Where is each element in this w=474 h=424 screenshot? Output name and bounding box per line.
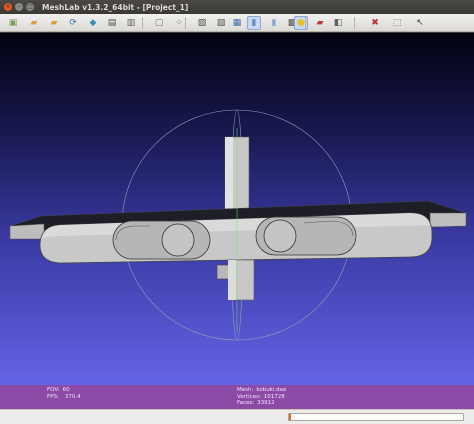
delete-button[interactable]: ✖ — [368, 16, 382, 30]
color-button[interactable]: ▰ — [313, 16, 327, 30]
backface-icon: ◧ — [333, 17, 343, 28]
fps-row: FPS: 370.4 — [47, 394, 81, 401]
3d-viewport[interactable] — [0, 33, 474, 385]
mesh-lower-bracket — [216, 264, 230, 280]
delete-icon: ✖ — [371, 17, 379, 28]
mesh-left-wing — [9, 223, 45, 240]
toolbar-separator — [354, 17, 355, 29]
toolbar-separator — [142, 17, 143, 29]
status-bar — [0, 409, 474, 424]
hidden-lines-button[interactable]: ▧ — [214, 16, 228, 30]
import-mesh-button[interactable]: ▰ — [27, 16, 41, 30]
smooth-shading-icon: ▮ — [271, 17, 277, 28]
mesh-render — [9, 109, 467, 341]
select-vertices-icon: ↖ — [416, 17, 424, 28]
bounding-box-icon: ▢ — [154, 17, 164, 28]
select-vertices-button[interactable]: ↖ — [413, 16, 427, 30]
bounding-box-button[interactable]: ▢ — [152, 16, 166, 30]
flat-lines-button[interactable]: ▦ — [230, 16, 244, 30]
mesh-right-wing — [429, 212, 467, 228]
progress-fill — [289, 414, 291, 420]
open-project-icon: ▣ — [8, 17, 18, 28]
export-mesh-button[interactable]: ◆ — [86, 16, 100, 30]
faces-row: Faces: 33912 — [237, 400, 286, 407]
info-panel: FOV: 60 FPS: 370.4 Mesh: kobuki.dae Vert… — [0, 385, 474, 409]
points-icon: ⁘ — [175, 17, 183, 28]
reload-icon: ⟳ — [69, 17, 77, 28]
mesh-right-wheel — [263, 219, 297, 253]
minimize-icon: – — [17, 3, 21, 10]
save-project-button[interactable]: ▰ — [47, 16, 61, 30]
reload-button[interactable]: ⟳ — [66, 16, 80, 30]
close-icon: × — [5, 3, 11, 10]
window-title: MeshLab v1.3.2_64bit - [Project_1] — [42, 2, 189, 12]
lighting-icon: ● — [297, 17, 305, 28]
faces-label: Faces: — [237, 400, 255, 406]
import-mesh-icon: ▰ — [30, 17, 38, 28]
wireframe-icon: ▨ — [197, 17, 207, 28]
select-faces-icon: ⬚ — [392, 17, 402, 28]
layers-button[interactable]: ▥ — [124, 16, 138, 30]
minimize-window-button[interactable]: – — [15, 3, 23, 11]
toolbar-separator — [185, 17, 186, 29]
snapshot-button[interactable]: ▤ — [105, 16, 119, 30]
main-toolbar: ▣ ▰ ▰ ⟳ ◆ ▤ ▥ ▢ ⁘ ▨ ▧ ▦ ▮ ▮ ▩ ● ▰ ◧ ✖ ⬚ ↖ — [0, 14, 474, 32]
mesh-left-wheel — [161, 223, 195, 257]
fps-value: 370.4 — [64, 393, 81, 400]
flat-shading-icon: ▮ — [251, 17, 257, 28]
color-icon: ▰ — [316, 17, 324, 28]
backface-button[interactable]: ◧ — [331, 16, 345, 30]
faces-value: 33912 — [257, 400, 275, 406]
layers-icon: ▥ — [126, 17, 136, 28]
open-project-button[interactable]: ▣ — [6, 16, 20, 30]
flat-shading-button[interactable]: ▮ — [247, 16, 261, 30]
fps-label: FPS: — [47, 393, 59, 400]
points-button[interactable]: ⁘ — [172, 16, 186, 30]
export-mesh-icon: ◆ — [89, 17, 97, 28]
toolbar-separator — [305, 17, 306, 29]
flat-lines-icon: ▦ — [232, 17, 242, 28]
snapshot-icon: ▤ — [107, 17, 117, 28]
close-window-button[interactable]: × — [4, 3, 12, 11]
progress-bar — [288, 413, 464, 421]
select-faces-button[interactable]: ⬚ — [390, 16, 404, 30]
hidden-lines-icon: ▧ — [216, 17, 226, 28]
maximize-icon: □ — [27, 3, 33, 10]
save-project-icon: ▰ — [50, 17, 58, 28]
smooth-shading-button[interactable]: ▮ — [267, 16, 281, 30]
title-bar: × – □ MeshLab v1.3.2_64bit - [Project_1] — [0, 0, 474, 14]
maximize-window-button[interactable]: □ — [26, 3, 34, 11]
wireframe-button[interactable]: ▨ — [195, 16, 209, 30]
